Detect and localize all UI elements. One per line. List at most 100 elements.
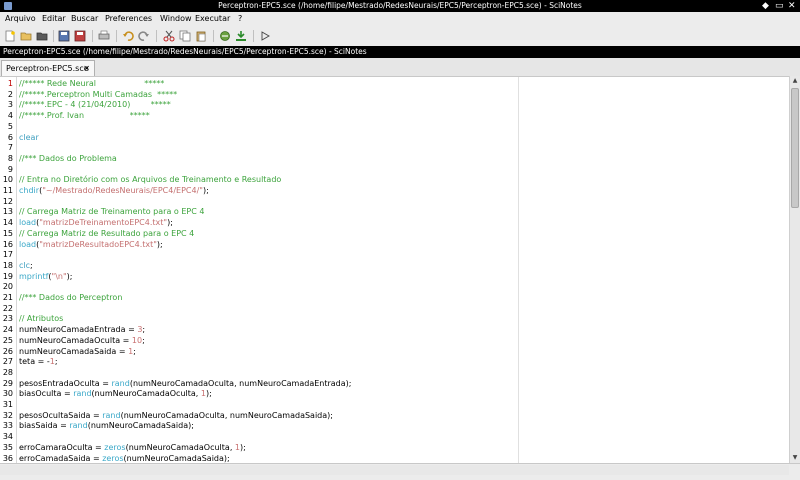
line-number: 32 [2,410,13,420]
menu-window[interactable]: Window [160,12,192,26]
code-line[interactable]: // Entra no Diretório com os Arquivos de… [19,175,281,186]
line-number: 30 [2,389,13,399]
tab-perceptron-epc5[interactable]: Perceptron-EPC5.sce ✕ [1,60,95,76]
line-number: 9 [7,164,13,174]
redo-icon[interactable] [138,30,150,42]
code-line[interactable]: load("matrizDeTreinamentoEPC4.txt"); [19,218,173,229]
vertical-scrollbar[interactable]: ▲ ▼ [789,76,800,463]
toolbar-separator [253,30,254,42]
code-line[interactable]: erroCamaraOculta = zeros(numNeuroCamadaO… [19,443,246,454]
line-number: 23 [2,314,13,324]
code-token: clear [19,132,39,142]
line-number: 5 [7,121,13,131]
scrollbar-thumb[interactable] [791,88,799,208]
code-line[interactable]: clc; [19,261,33,272]
code-token: = - [37,357,50,367]
line-number: 6 [7,132,13,142]
code-token: // Atributos [19,314,64,324]
code-token: = [92,410,103,420]
code-line[interactable]: chdir("~/Mestrado/RedesNeurais/EPC4/EPC4… [19,186,209,197]
code-token: erroCamaraOculta [19,442,96,452]
toolbar-separator [53,30,54,42]
open-recent-icon[interactable] [36,30,48,42]
code-line[interactable]: //*****.Prof. Ivan ***** [19,111,150,122]
line-number: 2 [7,89,13,99]
print-icon[interactable] [98,30,110,42]
code-token: // Carrega Matriz de Resultado para o EP… [19,228,195,238]
code-token: biasSaida [19,421,61,431]
line-number: 1 [7,79,13,88]
code-line[interactable]: clear [19,133,39,144]
menu-help[interactable]: ? [238,12,242,26]
code-line[interactable]: //*** Dados do Perceptron [19,293,122,304]
code-token: pesosOcultaSaida [19,410,93,420]
undo-icon[interactable] [122,30,134,42]
code-line[interactable]: numNeuroCamadaSaida = 1; [19,347,136,358]
horizontal-scrollbar[interactable] [0,465,789,475]
code-line[interactable]: // Carrega Matriz de Treinamento para o … [19,207,204,218]
menu-buscar[interactable]: Buscar [71,12,98,26]
code-line[interactable]: numNeuroCamadaEntrada = 3; [19,325,145,336]
code-line[interactable]: biasSaida = rand(numNeuroCamadaSaida); [19,421,194,432]
save-icon[interactable] [58,30,70,42]
open-file-icon[interactable] [20,30,32,42]
line-number: 28 [2,367,13,377]
code-token: //*****.Perceptron Multi Camadas ***** [19,89,178,99]
toolbar-separator [156,30,157,42]
scroll-up-icon[interactable]: ▲ [791,77,799,85]
code-line[interactable]: numNeuroCamadaOculta = 10; [19,336,145,347]
code-token: //*** Dados do Perceptron [19,293,123,302]
code-line[interactable]: biasOculta = rand(numNeuroCamadaOculta, … [19,389,212,400]
line-number: 19 [2,271,13,281]
code-editor[interactable]: 1 2 3 4 5 6 7 8 9 10 11 12 13 14 15 16 17 18 19 20 21 22 23 24 2… [0,76,789,464]
code-line[interactable]: //*****.Perceptron Multi Camadas ***** [19,90,177,101]
code-token: = [122,335,132,345]
code-token: numNeuroCamadaOculta, numNeuroCamadaSaid… [123,410,328,420]
cut-icon[interactable] [163,30,175,42]
close-window-icon[interactable]: ✕ [788,0,796,12]
menu-preferences[interactable]: Preferences [105,12,152,26]
code-token: zeros [104,442,126,452]
code-token: ; [142,335,145,345]
code-token: numNeuroCamadaSaida [19,346,119,356]
line-number: 11 [2,186,13,195]
load-into-scilab-icon[interactable] [235,30,247,42]
save-as-icon[interactable] [74,30,86,42]
run-icon[interactable] [259,30,271,42]
code-token: ; [133,346,136,356]
line-number: 31 [2,400,13,409]
code-line[interactable]: // Atributos [19,314,63,325]
code-line[interactable]: //***** Rede Neural ***** [19,79,164,90]
code-line[interactable]: // Carrega Matriz de Resultado para o EP… [19,229,194,240]
menu-editar[interactable]: Editar [42,12,66,26]
line-number: 29 [2,378,13,388]
code-line[interactable]: teta = -1; [19,357,58,368]
menu-arquivo[interactable]: Arquivo [5,12,36,26]
menu-executar[interactable]: Executar [195,12,230,26]
code-line[interactable]: load("matrizDeResultadoEPC4.txt"); [19,240,163,251]
copy-icon[interactable] [179,30,191,42]
paste-icon[interactable] [195,30,207,42]
minimize-icon[interactable]: ◆ [762,0,769,12]
code-line[interactable]: pesosOcultaSaida = rand(numNeuroCamadaOc… [19,411,333,422]
close-tab-icon[interactable]: ✕ [83,61,90,77]
status-bar [0,463,800,480]
code-token: numNeuroCamadaSaida [90,421,189,431]
new-file-icon[interactable] [4,30,16,42]
line-number: 12 [2,196,13,206]
line-number: 8 [7,153,13,163]
maximize-icon[interactable]: ▭ [775,0,784,12]
execute-file-icon[interactable] [219,30,231,42]
code-token: "matrizDeTreinamentoEPC4.txt" [39,218,168,228]
code-line[interactable]: mprintf("\n"); [19,272,72,283]
code-token: rand [69,421,88,431]
code-line[interactable]: //*****.EPC - 4 (21/04/2010) ***** [19,100,171,111]
code-token: ); [202,186,209,195]
code-line[interactable]: //*** Dados do Problema [19,154,117,165]
code-token: biasOculta [19,389,64,399]
code-token: ; [142,325,146,335]
code-line[interactable]: pesosEntradaOculta = rand(numNeuroCamada… [19,379,352,390]
line-number: 10 [2,175,13,185]
scroll-down-icon[interactable]: ▼ [791,454,799,462]
code-token: "matrizDeResultadoEPC4.txt" [39,239,157,249]
